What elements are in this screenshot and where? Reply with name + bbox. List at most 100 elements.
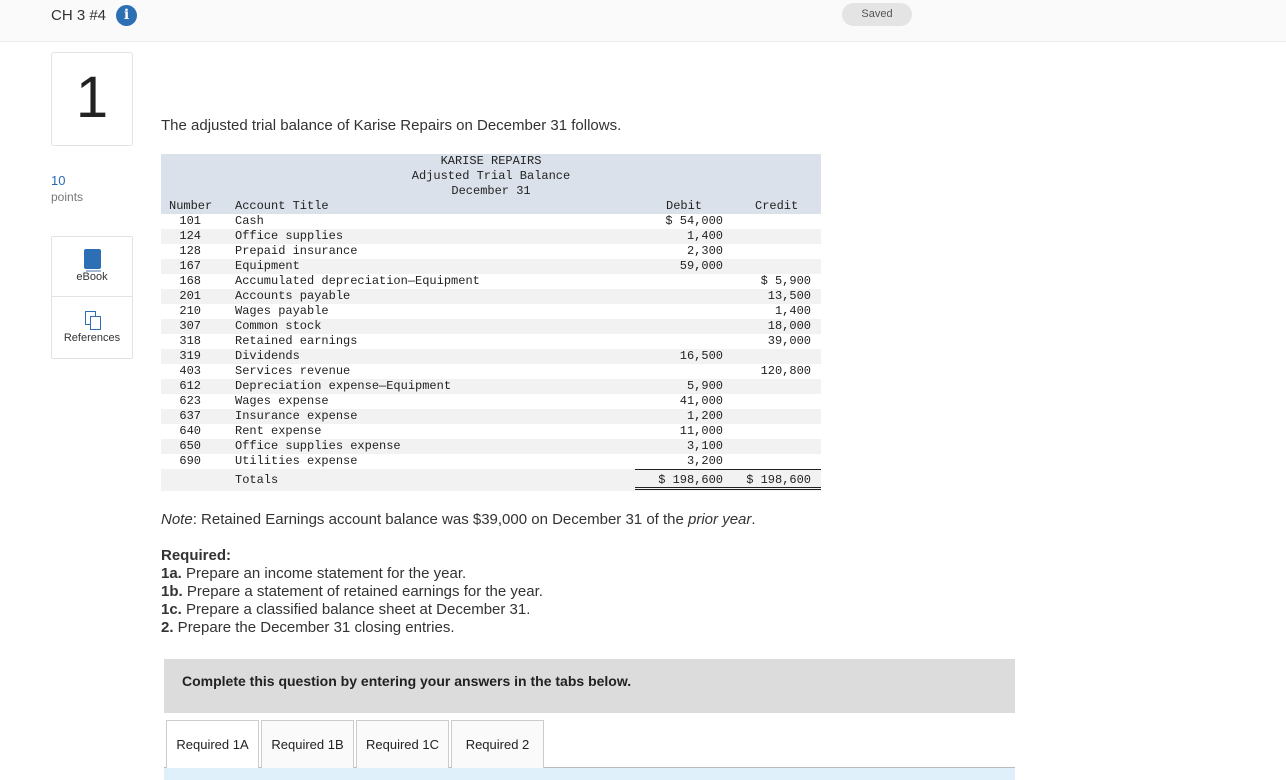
trial-balance-row: 690 Utilities expense 3,200	[161, 454, 821, 469]
debit-amount: $ 54,000	[665, 214, 723, 228]
debit-amount: 11,000	[679, 424, 723, 438]
saved-status-badge: Saved	[842, 3, 912, 26]
debit-amount: 2,300	[686, 244, 723, 258]
trial-balance-table: KARISE REPAIRS Adjusted Trial Balance De…	[161, 154, 821, 491]
totals-row: Totals $ 198,600 $ 198,600	[161, 469, 821, 491]
col-header-number: Number	[169, 199, 213, 213]
col-header-debit: Debit	[666, 199, 703, 213]
company-name: KARISE REPAIRS	[440, 154, 542, 168]
trial-balance-row: 318 Retained earnings 39,000	[161, 334, 821, 349]
account-title: Equipment	[235, 259, 300, 273]
account-title: Accounts payable	[235, 289, 351, 303]
points-label: points	[51, 190, 84, 204]
account-number: 318	[179, 334, 201, 348]
debit-amount: 1,200	[686, 409, 723, 423]
credit-amount: 39,000	[767, 334, 811, 348]
account-number: 167	[179, 259, 201, 273]
col-header-credit: Credit	[755, 199, 799, 213]
trial-balance-row: 319 Dividends 16,500	[161, 349, 821, 364]
note-end: .	[751, 511, 756, 528]
account-title: Depreciation expense—Equipment	[235, 379, 452, 393]
resource-tools: eBook References	[51, 236, 133, 359]
trial-balance-row: 210 Wages payable 1,400	[161, 304, 821, 319]
account-number: 319	[179, 349, 201, 363]
account-title: Insurance expense	[235, 409, 358, 423]
trial-balance-row: 168 Accumulated depreciation—Equipment $ 5…	[161, 274, 821, 289]
account-title: Retained earnings	[235, 334, 358, 348]
totals-label: Totals	[235, 473, 279, 487]
note-text: Note: Retained Earnings account balance …	[161, 511, 756, 528]
account-title: Dividends	[235, 349, 300, 363]
trial-balance-row: 637 Insurance expense 1,200	[161, 409, 821, 424]
debit-amount: 3,100	[686, 439, 723, 453]
account-title: Accumulated depreciation—Equipment	[235, 274, 480, 288]
tab-panel	[164, 768, 1015, 780]
account-title: Wages payable	[235, 304, 329, 318]
trial-balance-row: 201 Accounts payable 13,500	[161, 289, 821, 304]
question-intro: The adjusted trial balance of Karise Rep…	[161, 117, 622, 134]
account-number: 637	[179, 409, 201, 423]
note-body: : Retained Earnings account balance was …	[192, 511, 689, 528]
account-title: Rent expense	[235, 424, 322, 438]
ebook-button[interactable]: eBook	[52, 237, 132, 297]
trial-balance-row: 101 Cash $ 54,000	[161, 214, 821, 229]
tab-required-1c[interactable]: Required 1C	[356, 720, 449, 768]
references-button[interactable]: References	[52, 298, 132, 358]
answer-tabs: Required 1A Required 1B Required 1C Requ…	[164, 720, 1015, 769]
trial-balance-row: 623 Wages expense 41,000	[161, 394, 821, 409]
account-title: Utilities expense	[235, 454, 358, 468]
trial-balance-rows: 101 Cash $ 54,000 124 Office supplies 1,400 12…	[161, 214, 821, 469]
references-icon	[85, 311, 101, 330]
account-number: 640	[179, 424, 201, 438]
tab-required-1b[interactable]: Required 1B	[261, 720, 354, 768]
question-number: 1	[75, 65, 109, 130]
account-title: Common stock	[235, 319, 322, 333]
book-icon	[84, 249, 101, 272]
account-title: Wages expense	[235, 394, 329, 408]
account-title: Cash	[235, 214, 264, 228]
assignment-title: CH 3 #4	[51, 7, 107, 24]
points-value: 10	[51, 173, 66, 188]
trial-balance-row: 650 Office supplies expense 3,100	[161, 439, 821, 454]
credit-amount: 13,500	[767, 289, 811, 303]
account-title: Office supplies expense	[235, 439, 401, 453]
trial-balance-row: 128 Prepaid insurance 2,300	[161, 244, 821, 259]
debit-amount: 5,900	[686, 379, 723, 393]
credit-amount: 1,400	[774, 304, 811, 318]
account-title: Prepaid insurance	[235, 244, 358, 258]
account-number: 201	[179, 289, 201, 303]
required-item: 1c. Prepare a classified balance sheet a…	[161, 601, 531, 618]
note-label: Note	[161, 511, 193, 528]
instructions-banner: Complete this question by entering your …	[164, 659, 1015, 713]
trial-balance-header: KARISE REPAIRS Adjusted Trial Balance De…	[161, 154, 821, 214]
debit-amount: 3,200	[686, 454, 723, 468]
trial-balance-row: 307 Common stock 18,000	[161, 319, 821, 334]
account-number: 650	[179, 439, 201, 453]
tab-required-2[interactable]: Required 2	[451, 720, 544, 768]
ebook-label: eBook	[76, 271, 108, 283]
question-number-box: 1	[51, 52, 133, 146]
trial-balance-row: 167 Equipment 59,000	[161, 259, 821, 274]
info-icon[interactable]: i	[116, 5, 137, 26]
account-title: Office supplies	[235, 229, 344, 243]
account-number: 210	[179, 304, 201, 318]
required-section: Required: 1a. Prepare an income statemen…	[161, 547, 543, 637]
col-header-title: Account Title	[235, 199, 329, 213]
account-number: 307	[179, 319, 201, 333]
account-title: Services revenue	[235, 364, 351, 378]
required-item: 2. Prepare the December 31 closing entri…	[161, 619, 455, 636]
required-item: 1a. Prepare an income statement for the …	[161, 565, 467, 582]
debit-amount: 1,400	[686, 229, 723, 243]
top-bar: CH 3 #4 i Saved	[0, 0, 1286, 42]
account-number: 124	[179, 229, 201, 243]
trial-balance-row: 124 Office supplies 1,400	[161, 229, 821, 244]
credit-amount: 120,800	[760, 364, 811, 378]
tab-required-1a[interactable]: Required 1A	[166, 720, 259, 769]
account-number: 690	[179, 454, 201, 468]
credit-amount: 18,000	[767, 319, 811, 333]
trial-balance-row: 612 Depreciation expense—Equipment 5,900	[161, 379, 821, 394]
credit-amount: $ 5,900	[760, 274, 811, 288]
account-number: 168	[179, 274, 201, 288]
account-number: 101	[179, 214, 201, 228]
account-number: 403	[179, 364, 201, 378]
